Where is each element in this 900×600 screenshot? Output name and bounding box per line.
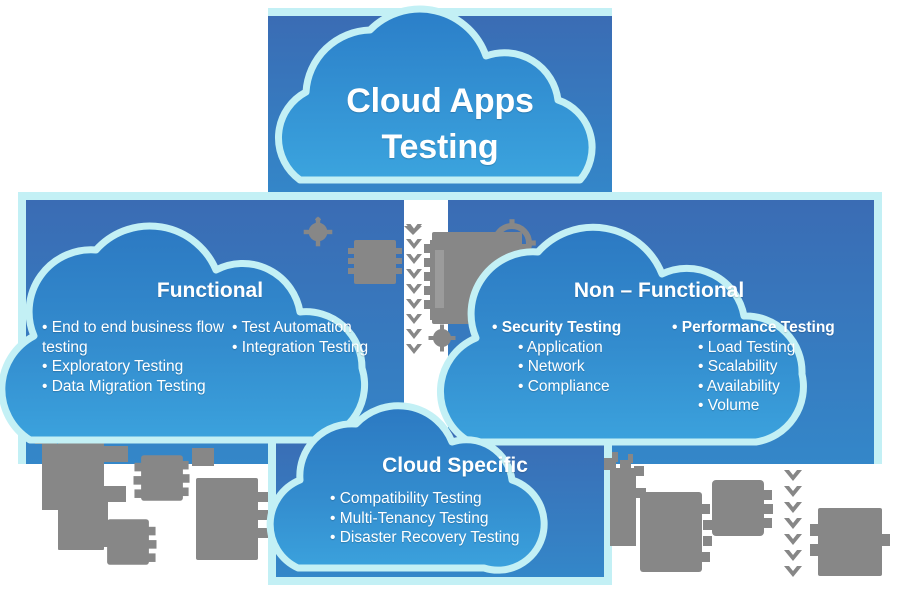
hero-title-line2: Testing xyxy=(381,128,499,166)
list-item: • Integration Testing xyxy=(232,338,369,356)
list-item: • Exploratory Testing xyxy=(42,358,184,376)
bullet-list-non-functional-col1: • Security Testing • Application • Network… xyxy=(492,318,662,396)
list-item: • Disaster Recovery Testing xyxy=(330,529,520,547)
list-item: • Data Migration Testing xyxy=(42,377,206,395)
bullet-list-non-functional-col2: • Performance Testing • Load Testing • Sca… xyxy=(672,318,862,416)
list-item: • Test Automation xyxy=(232,319,352,336)
list-item: • Security Testing xyxy=(492,319,622,336)
cloud-title-cloud-specific: Cloud Specific xyxy=(382,454,528,477)
diagram-canvas: Cloud Apps Testing Functional • End to e… xyxy=(0,0,900,600)
list-item: • Compliance xyxy=(518,377,610,395)
bullet-list-functional-col1: • End to end business flow testing • Expl… xyxy=(42,318,232,396)
list-item: • Application xyxy=(518,338,603,356)
page-title: Cloud Apps Testing xyxy=(268,78,612,170)
list-item: • Performance Testing xyxy=(672,319,835,336)
list-item: • Load Testing xyxy=(698,338,796,356)
hero-title-line1: Cloud Apps xyxy=(346,82,534,120)
list-item: • Scalability xyxy=(698,358,778,376)
cloud-title-non-functional: Non – Functional xyxy=(573,279,745,302)
bullet-list-cloud-specific: • Compatibility Testing • Multi-Tenancy T… xyxy=(330,489,586,548)
list-item: • End to end business flow testing xyxy=(42,319,225,356)
list-item: • Availability xyxy=(698,377,780,395)
list-item: • Multi-Tenancy Testing xyxy=(330,509,489,527)
cloud-title-functional: Functional xyxy=(156,279,264,302)
bullet-list-functional-col2: • Test Automation • Integration Testing xyxy=(232,318,412,357)
list-item: • Compatibility Testing xyxy=(330,490,482,507)
list-item: • Volume xyxy=(698,397,760,415)
list-item: • Network xyxy=(518,358,585,376)
